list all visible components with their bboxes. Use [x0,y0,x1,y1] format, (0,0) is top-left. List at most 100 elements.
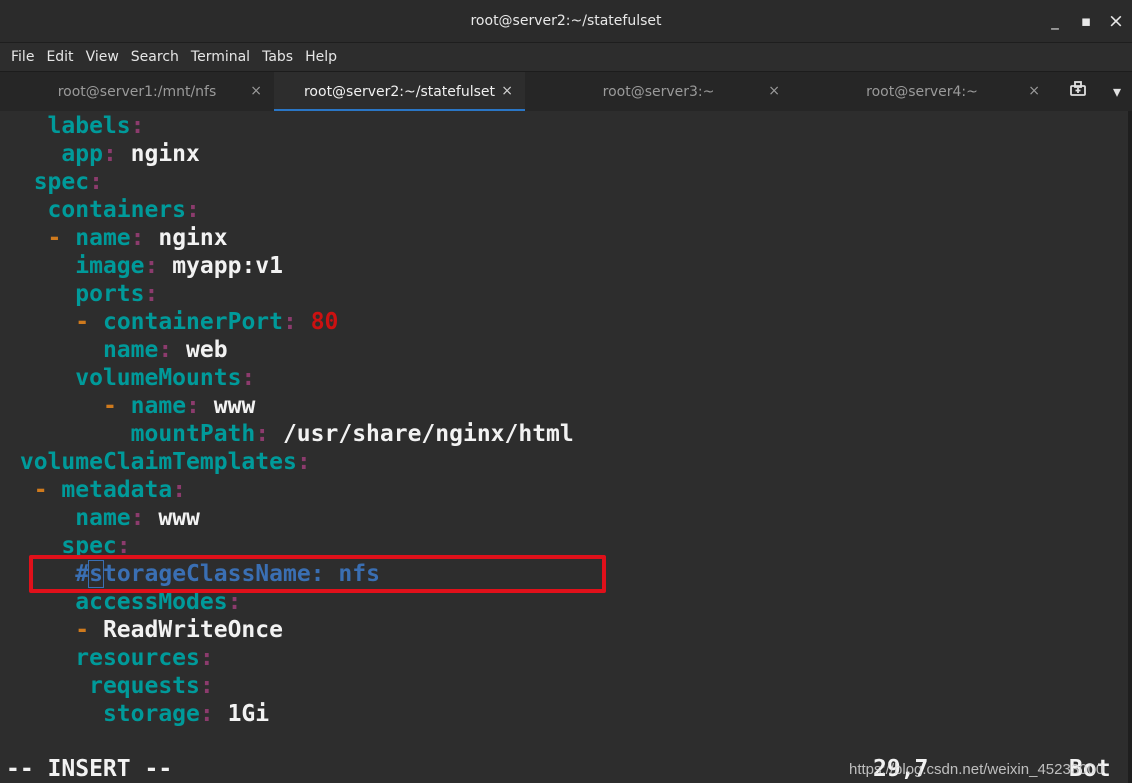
editor-line: requests: [6,672,214,700]
editor-line: ports: [6,280,158,308]
tab-close-icon[interactable]: × [501,83,513,99]
window-title: root@server2:~/statefulset [470,13,662,29]
code-token: : [241,365,256,391]
code-token: 80 [310,309,339,335]
maximize-button[interactable]: ▪ [1075,10,1097,32]
menu-help[interactable]: Help [300,49,342,65]
code-token: resources [75,645,200,671]
code-token: - [47,225,62,251]
new-tab-icon[interactable] [1066,80,1090,104]
code-token: myapp:v1 [158,253,283,279]
code-token: web [172,337,228,363]
editor-line: labels: [6,112,145,140]
code-token: containerPort [102,309,283,335]
menu-view[interactable]: View [81,49,124,65]
tab-server4[interactable]: root@server4:~ × [792,72,1052,112]
code-token: : [144,281,159,307]
code-token: nginx [116,141,200,167]
tab-server2[interactable]: root@server2:~/statefulset × [274,72,525,112]
tab-server1[interactable]: root@server1:/mnt/nfs × [0,72,274,112]
code-token: : [172,477,187,503]
highlight-annotation-box [29,555,606,593]
editor-line: name: web [6,336,228,364]
menu-file[interactable]: File [6,49,39,65]
tab-close-icon[interactable]: × [768,83,780,99]
watermark-text: https://blog.csdn.net/weixin_45233000 [849,761,1105,778]
code-token: mountPath [130,421,256,447]
menu-tabs[interactable]: Tabs [257,49,298,65]
tab-label: root@server3:~ [602,84,715,100]
editor-line: resources: [6,644,214,672]
code-token: app [61,141,103,167]
code-token: ports [75,281,145,307]
code-token: spec [33,169,90,195]
tab-label: root@server1:/mnt/nfs [57,84,217,100]
code-token: requests [89,673,200,699]
window-titlebar: root@server2:~/statefulset _ ▪ × [0,0,1132,43]
editor-line: - containerPort: 80 [6,308,338,336]
editor-line: volumeClaimTemplates: [6,448,311,476]
chevron-down-icon[interactable]: ▾ [1105,80,1129,104]
code-token: containers [47,197,187,223]
editor-line: mountPath: /usr/share/nginx/html [6,420,574,448]
code-token: : [199,673,214,699]
code-token: : [255,421,270,447]
code-token: volumeMounts [75,365,242,391]
terminal-scrollbar[interactable] [1128,111,1132,783]
code-token: : [186,393,200,419]
code-token: : [130,505,145,531]
editor-line: spec: [6,168,103,196]
tab-close-icon[interactable]: × [250,83,262,99]
vim-mode-indicator: -- INSERT -- [6,756,173,782]
tab-server3[interactable]: root@server3:~ × [525,72,792,112]
code-token: name [75,225,131,251]
code-token: : [158,337,173,363]
code-token: name [75,505,131,531]
menu-terminal[interactable]: Terminal [186,49,255,65]
code-token: volumeClaimTemplates [19,449,297,475]
menu-bar: File Edit View Search Terminal Tabs Help [0,43,1132,71]
menu-edit[interactable]: Edit [41,49,78,65]
code-token: : [130,113,145,139]
code-token: : [296,449,311,475]
tab-label: root@server2:~/statefulset [303,84,495,100]
code-token: name [130,393,187,419]
code-token: : [199,645,214,671]
code-token: storage [102,701,200,727]
code-token: image [75,253,145,279]
code-token: : [130,225,145,251]
tab-close-icon[interactable]: × [1028,83,1040,99]
editor-line: storage: 1Gi [6,700,269,728]
close-window-button[interactable]: × [1105,10,1127,32]
code-token: ReadWriteOnce [89,617,283,643]
tab-label: root@server4:~ [866,84,978,100]
terminal-view[interactable]: labels: app: nginx spec: containers: - n… [0,111,1132,783]
editor-line: - name: nginx [6,224,228,252]
code-token: - [102,393,117,419]
code-token: www [199,393,256,419]
menu-search[interactable]: Search [126,49,184,65]
minimize-button[interactable]: _ [1044,10,1066,32]
tab-bar: root@server1:/mnt/nfs × root@server2:~/s… [0,71,1132,112]
editor-line: - ReadWriteOnce [6,616,283,644]
editor-line: name: www [6,504,200,532]
